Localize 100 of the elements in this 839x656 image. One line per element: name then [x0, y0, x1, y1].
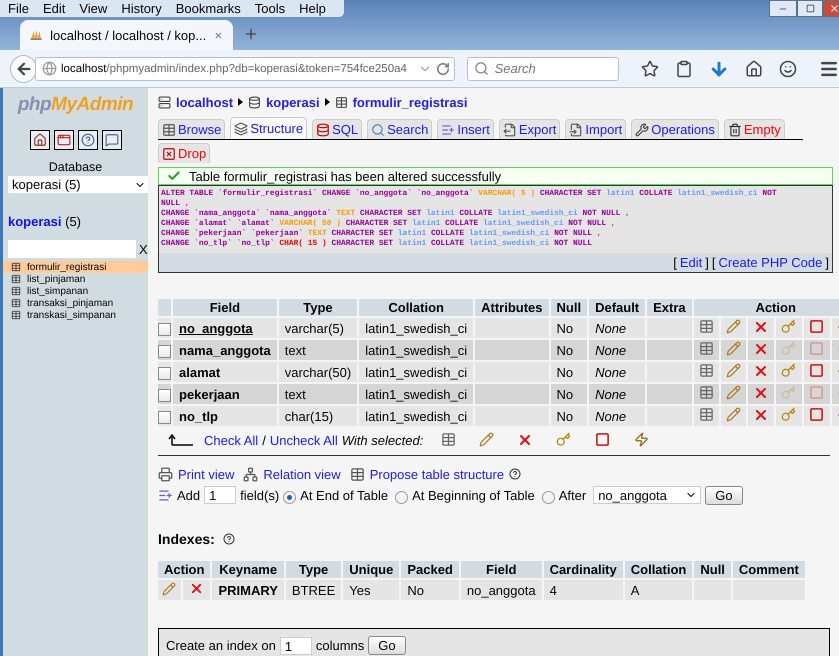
key-icon[interactable] — [780, 363, 796, 378]
url-text: localhost/phpmyadmin/index.php?db=koperasi&token=754fce250a4 — [61, 62, 408, 74]
menu-item[interactable]: Edit — [42, 0, 66, 16]
help-icon[interactable] — [509, 468, 522, 480]
lightning-icon[interactable] — [634, 432, 650, 447]
help-button[interactable] — [78, 130, 98, 150]
column-select[interactable]: no_anggota — [593, 486, 702, 504]
table-item[interactable]: transaksi_pinjaman — [3, 297, 148, 309]
database-link[interactable]: koperasi (5) — [8, 214, 148, 229]
tab[interactable]: Insert — [437, 119, 494, 139]
check-all-link[interactable]: Check All — [204, 432, 258, 448]
breadcrumb-link[interactable]: localhost — [158, 94, 234, 110]
table-cell: A — [624, 580, 692, 600]
table-cell: varchar(5) — [278, 318, 358, 338]
square-icon[interactable] — [808, 407, 824, 422]
database-select[interactable]: koperasi (5) — [8, 176, 148, 193]
breadcrumb-link[interactable]: formulir_registrasi — [334, 94, 468, 110]
docs-button[interactable] — [102, 130, 122, 150]
link[interactable]: Print view — [178, 466, 234, 482]
table-item[interactable]: list_simpanan — [3, 285, 148, 297]
radio-button[interactable] — [395, 490, 408, 504]
pencil-icon[interactable] — [162, 582, 176, 596]
table-cell: Yes — [343, 580, 400, 600]
browser-tab[interactable]: localhost / localhost / kop... — [20, 20, 233, 50]
table-item[interactable]: list_pinjaman — [3, 273, 148, 285]
reload-icon[interactable] — [436, 62, 450, 76]
radio-button[interactable] — [283, 490, 296, 504]
tab[interactable]: Import — [565, 119, 626, 139]
column-count-input[interactable]: 1 — [280, 636, 312, 654]
tab[interactable]: Browse — [158, 119, 226, 139]
row-checkbox[interactable] — [158, 322, 171, 336]
field-count-input[interactable]: 1 — [204, 486, 236, 504]
link[interactable]: Propose table structure — [370, 466, 504, 482]
table-icon[interactable] — [698, 319, 714, 334]
pencil-icon[interactable] — [726, 385, 741, 400]
table-icon[interactable] — [441, 432, 456, 447]
clear-filter-button[interactable]: X — [139, 242, 148, 256]
home-icon[interactable] — [745, 60, 763, 78]
square-icon[interactable] — [595, 432, 610, 447]
filter-field[interactable] — [8, 240, 136, 258]
menu-item[interactable]: Bookmarks — [176, 0, 241, 16]
menu-item[interactable]: View — [79, 0, 108, 16]
menu-item[interactable]: History — [121, 0, 162, 16]
row-checkbox[interactable] — [158, 366, 171, 380]
column-header: Type — [286, 561, 342, 578]
row-checkbox[interactable] — [158, 410, 171, 424]
tab[interactable]: Operations — [631, 119, 719, 139]
tab[interactable]: Search — [367, 119, 432, 139]
clipboard-icon[interactable] — [675, 60, 693, 78]
minimize-button[interactable] — [769, 0, 797, 17]
pencil-icon[interactable] — [726, 363, 741, 378]
go-button[interactable]: Go — [368, 636, 406, 655]
query-link[interactable]: Edit — [680, 255, 702, 270]
smiley-icon[interactable] — [779, 60, 797, 78]
link[interactable]: Relation view — [263, 466, 341, 482]
back-icon — [14, 60, 32, 78]
row-checkbox[interactable] — [158, 344, 171, 358]
pencil-icon[interactable] — [726, 341, 741, 356]
maximize-button[interactable] — [797, 0, 823, 17]
wrench-icon — [635, 122, 650, 136]
table-icon[interactable] — [698, 407, 714, 422]
download-icon[interactable] — [709, 58, 729, 78]
query-window-button[interactable] — [54, 130, 74, 150]
close-button[interactable] — [823, 0, 839, 17]
pencil-icon[interactable] — [479, 432, 494, 447]
pencil-icon[interactable] — [726, 407, 741, 422]
tab[interactable]: Structure — [230, 117, 308, 139]
query-link[interactable]: Create PHP Code — [718, 255, 822, 270]
plus-icon[interactable] — [243, 26, 259, 42]
menu-item[interactable]: File — [8, 0, 29, 16]
search-field[interactable]: Search — [466, 56, 619, 80]
table-cell: No — [550, 318, 588, 338]
tab[interactable]: Export — [498, 119, 560, 139]
breadcrumb-link[interactable]: koperasi — [248, 94, 320, 110]
tab[interactable]: SQL — [312, 119, 362, 139]
menu-item[interactable]: Help — [299, 0, 326, 16]
url-field[interactable]: localhost/phpmyadmin/index.php?db=koperasi&token=754fce250a4 — [35, 56, 455, 80]
square-icon[interactable] — [808, 319, 824, 334]
table-item[interactable]: transkasi_simpanan — [3, 309, 148, 321]
row-checkbox[interactable] — [158, 388, 171, 402]
key-icon[interactable] — [780, 319, 796, 334]
home-button[interactable] — [30, 130, 50, 150]
uncheck-all-link[interactable]: Uncheck All — [270, 432, 338, 448]
key-icon[interactable] — [556, 432, 572, 447]
star-icon[interactable] — [641, 60, 659, 78]
table-icon[interactable] — [698, 363, 714, 378]
help-icon[interactable] — [222, 533, 235, 545]
back-button[interactable] — [10, 54, 37, 82]
radio-button[interactable] — [542, 490, 555, 504]
key-icon[interactable] — [780, 407, 796, 422]
table-icon — [334, 96, 348, 108]
pencil-icon[interactable] — [726, 319, 741, 334]
square-icon[interactable] — [808, 363, 824, 378]
table-icon[interactable] — [698, 385, 714, 400]
field-unit-label: field(s) — [240, 488, 280, 502]
table-item[interactable]: formulir_registrasi — [3, 261, 148, 273]
go-button[interactable]: Go — [705, 486, 743, 504]
menu-item[interactable]: Tools — [254, 0, 286, 16]
column-header: Attributes — [475, 299, 549, 316]
table-icon[interactable] — [698, 341, 714, 356]
